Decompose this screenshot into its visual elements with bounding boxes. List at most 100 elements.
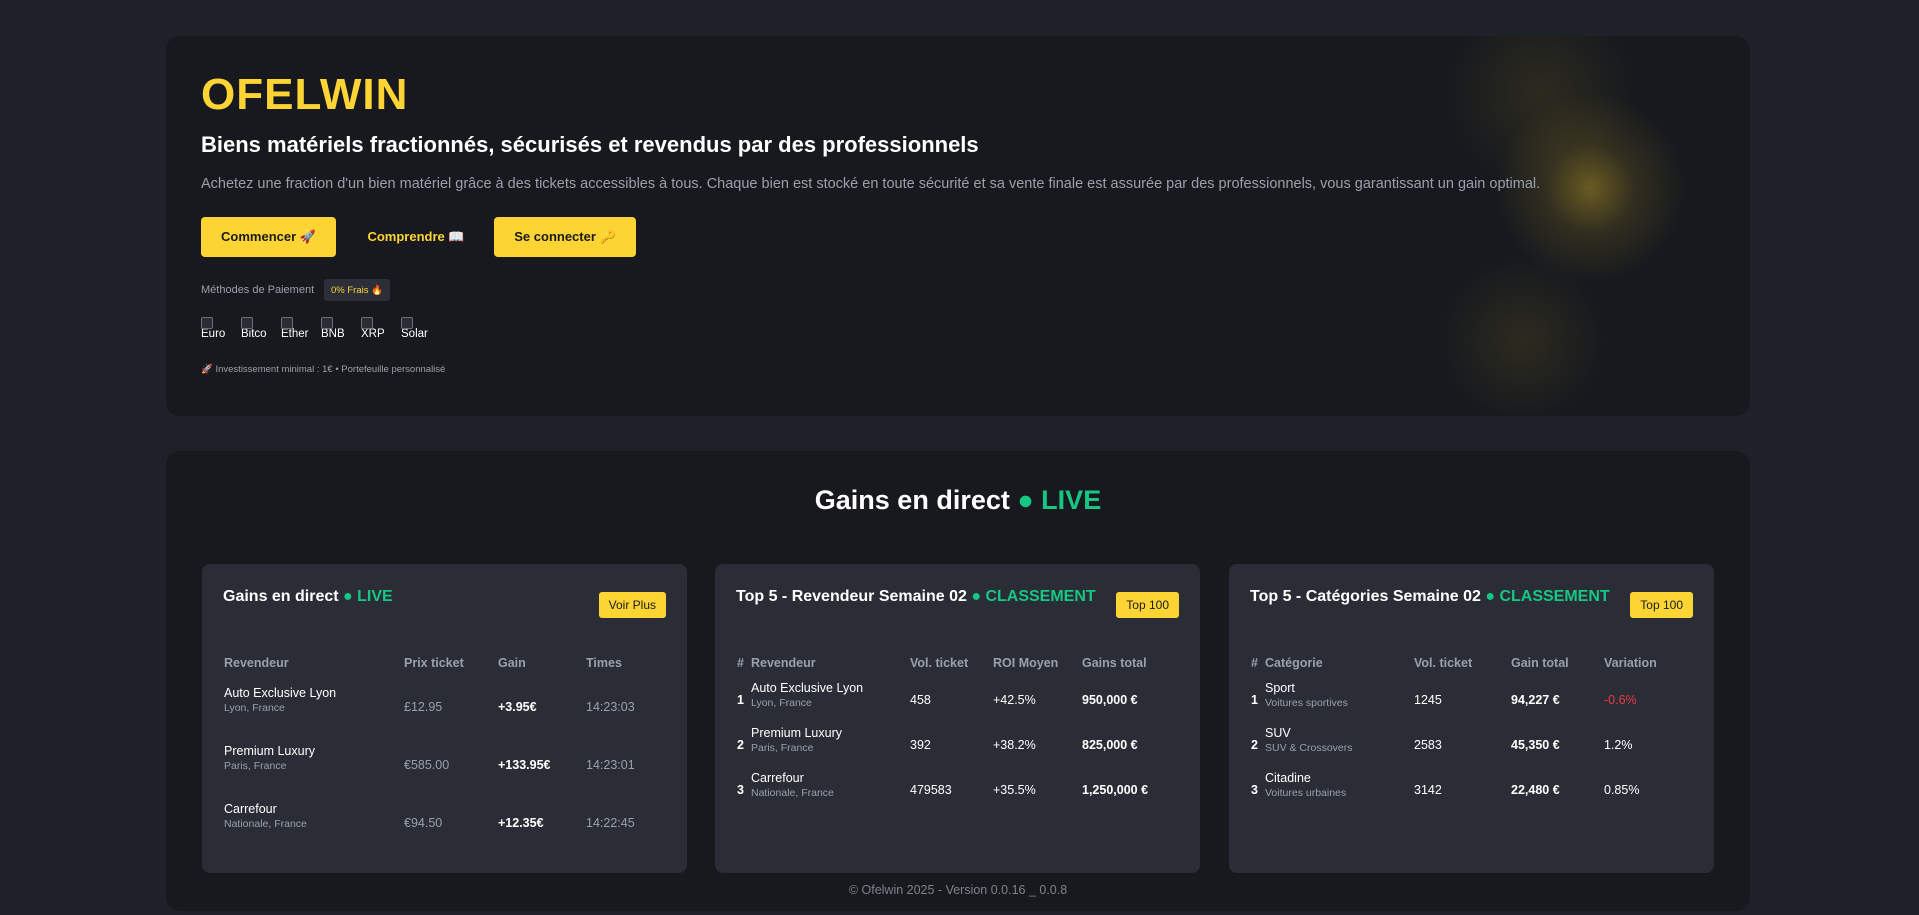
- column-header-reseller: Revendeur: [751, 656, 816, 670]
- minimum-investment-note: 🚀 Investissement minimal : 1€ • Portefeu…: [201, 364, 446, 375]
- hero-glow-decoration: [1370, 36, 1750, 416]
- reseller-location: Lyon, France: [224, 702, 285, 714]
- rank-number: 1: [737, 693, 744, 707]
- category-subtitle: Voitures sportives: [1265, 697, 1348, 709]
- top-categories-card: Top 5 - Catégories Semaine 02 ● CLASSEME…: [1229, 564, 1714, 873]
- total-gains: 825,000 €: [1082, 738, 1138, 752]
- category-name: SUV: [1265, 726, 1291, 740]
- total-gain: 94,227 €: [1511, 693, 1560, 707]
- average-roi: +42.5%: [993, 693, 1036, 707]
- ticket-volume: 392: [910, 738, 931, 752]
- time-value: 14:23:03: [586, 700, 635, 714]
- top-100-button[interactable]: Top 100: [1116, 592, 1179, 618]
- column-header-rank: #: [737, 656, 744, 670]
- solana-payment-icon[interactable]: Solar: [401, 314, 429, 344]
- category-cell: SUV SUV & Crossovers: [1265, 726, 1353, 754]
- ticket-price: €585.00: [404, 758, 450, 772]
- start-button[interactable]: Commencer 🚀: [201, 217, 336, 257]
- payment-methods-list: Euro Bitco Ether BNB XRP Solar: [201, 314, 441, 344]
- reseller-cell: Carrefour Nationale, France: [224, 802, 307, 830]
- rank-number: 2: [1251, 738, 1258, 752]
- reseller-cell: Carrefour Nationale, France: [751, 771, 834, 799]
- reseller-location: Nationale, France: [224, 818, 307, 830]
- column-header-total-gains: Gains total: [1082, 656, 1147, 670]
- total-gains: 1,250,000 €: [1082, 783, 1149, 797]
- card-title: Top 5 - Revendeur Semaine 02 ● CLASSEMEN…: [736, 588, 1096, 606]
- variation-value: 1.2%: [1604, 738, 1633, 752]
- reseller-name: Premium Luxury: [751, 726, 842, 740]
- variation-value: 0.85%: [1604, 783, 1640, 797]
- gain-value: +12.35€: [498, 816, 544, 830]
- ticket-volume: 1245: [1414, 693, 1442, 707]
- gain-value: +133.95€: [498, 758, 551, 772]
- live-tag: ● LIVE: [343, 588, 393, 605]
- hero-description: Achetez une fraction d'un bien matériel …: [201, 176, 1541, 192]
- live-gains-section: Gains en direct ● LIVE Gains en direct ●…: [166, 451, 1750, 911]
- card-title-text: Gains en direct: [223, 588, 339, 605]
- category-cell: Sport Voitures sportives: [1265, 681, 1348, 709]
- rank-number: 2: [737, 738, 744, 752]
- total-gains: 950,000 €: [1082, 693, 1138, 707]
- live-section-title-text: Gains en direct: [814, 485, 1010, 515]
- see-more-button[interactable]: Voir Plus: [598, 592, 666, 618]
- euro-payment-icon[interactable]: Euro: [201, 314, 229, 344]
- reseller-location: Lyon, France: [751, 697, 812, 709]
- column-header-ticket-price: Prix ticket: [404, 656, 464, 670]
- column-header-ticket-volume: Vol. ticket: [910, 656, 969, 670]
- card-title: Top 5 - Catégories Semaine 02 ● CLASSEME…: [1250, 588, 1610, 606]
- category-subtitle: Voitures urbaines: [1265, 787, 1347, 799]
- category-name: Citadine: [1265, 771, 1311, 785]
- rank-number: 3: [1251, 783, 1258, 797]
- hero-tagline: Biens matériels fractionnés, sécurisés e…: [201, 132, 979, 157]
- reseller-name: Carrefour: [751, 771, 804, 785]
- card-title-text: Top 5 - Catégories Semaine 02: [1250, 588, 1481, 605]
- top-resellers-card: Top 5 - Revendeur Semaine 02 ● CLASSEMEN…: [715, 564, 1200, 873]
- column-header-category: Catégorie: [1265, 656, 1323, 670]
- ticket-price: €94.50: [404, 816, 443, 830]
- reseller-location: Paris, France: [751, 742, 814, 754]
- live-section-title: Gains en direct ● LIVE: [166, 485, 1750, 516]
- top-100-button[interactable]: Top 100: [1630, 592, 1693, 618]
- footer-version: © Ofelwin 2025 - Version 0.0.16 _ 0.0.8: [848, 883, 1068, 897]
- bnb-payment-icon[interactable]: BNB: [321, 314, 349, 344]
- ticket-volume: 2583: [1414, 738, 1442, 752]
- variation-value: -0.6%: [1604, 693, 1637, 707]
- column-header-variation: Variation: [1604, 656, 1657, 670]
- reseller-name: Auto Exclusive Lyon: [224, 686, 337, 700]
- time-value: 14:22:45: [586, 816, 635, 830]
- reseller-name: Premium Luxury: [224, 744, 315, 758]
- ranking-tag: ● CLASSEMENT: [1485, 588, 1610, 605]
- column-header-reseller: Revendeur: [224, 656, 289, 670]
- ticket-volume: 479583: [910, 783, 952, 797]
- reseller-cell: Auto Exclusive Lyon Lyon, France: [751, 681, 863, 709]
- rank-number: 3: [737, 783, 744, 797]
- understand-button[interactable]: Comprendre 📖: [356, 217, 476, 257]
- live-indicator: ● LIVE: [1017, 485, 1102, 515]
- bitcoin-payment-icon[interactable]: Bitco: [241, 314, 269, 344]
- column-header-average-roi: ROI Moyen: [993, 656, 1059, 670]
- rank-number: 1: [1251, 693, 1258, 707]
- reseller-cell: Auto Exclusive Lyon Lyon, France: [224, 686, 336, 714]
- card-title: Gains en direct ● LIVE: [223, 588, 393, 606]
- total-gain: 22,480 €: [1511, 783, 1560, 797]
- column-header-times: Times: [586, 656, 622, 670]
- xrp-payment-icon[interactable]: XRP: [361, 314, 389, 344]
- reseller-cell: Premium Luxury Paris, France: [751, 726, 842, 754]
- live-gains-card: Gains en direct ● LIVE Voir Plus Revende…: [202, 564, 687, 873]
- brand-logo[interactable]: OFELWIN: [201, 70, 408, 120]
- ethereum-payment-icon[interactable]: Ether: [281, 314, 309, 344]
- gain-value: +3.95€: [498, 700, 537, 714]
- column-header-total-gain: Gain total: [1511, 656, 1569, 670]
- hero-section: OFELWIN Biens matériels fractionnés, séc…: [166, 36, 1750, 416]
- login-button[interactable]: Se connecter 🔑: [494, 217, 636, 257]
- column-header-gain: Gain: [498, 656, 526, 670]
- average-roi: +38.2%: [993, 738, 1036, 752]
- ticket-price: £12.95: [404, 700, 443, 714]
- time-value: 14:23:01: [586, 758, 635, 772]
- total-gain: 45,350 €: [1511, 738, 1560, 752]
- average-roi: +35.5%: [993, 783, 1036, 797]
- category-cell: Citadine Voitures urbaines: [1265, 771, 1346, 799]
- reseller-name: Auto Exclusive Lyon: [751, 681, 864, 695]
- column-header-ticket-volume: Vol. ticket: [1414, 656, 1473, 670]
- reseller-name: Carrefour: [224, 802, 277, 816]
